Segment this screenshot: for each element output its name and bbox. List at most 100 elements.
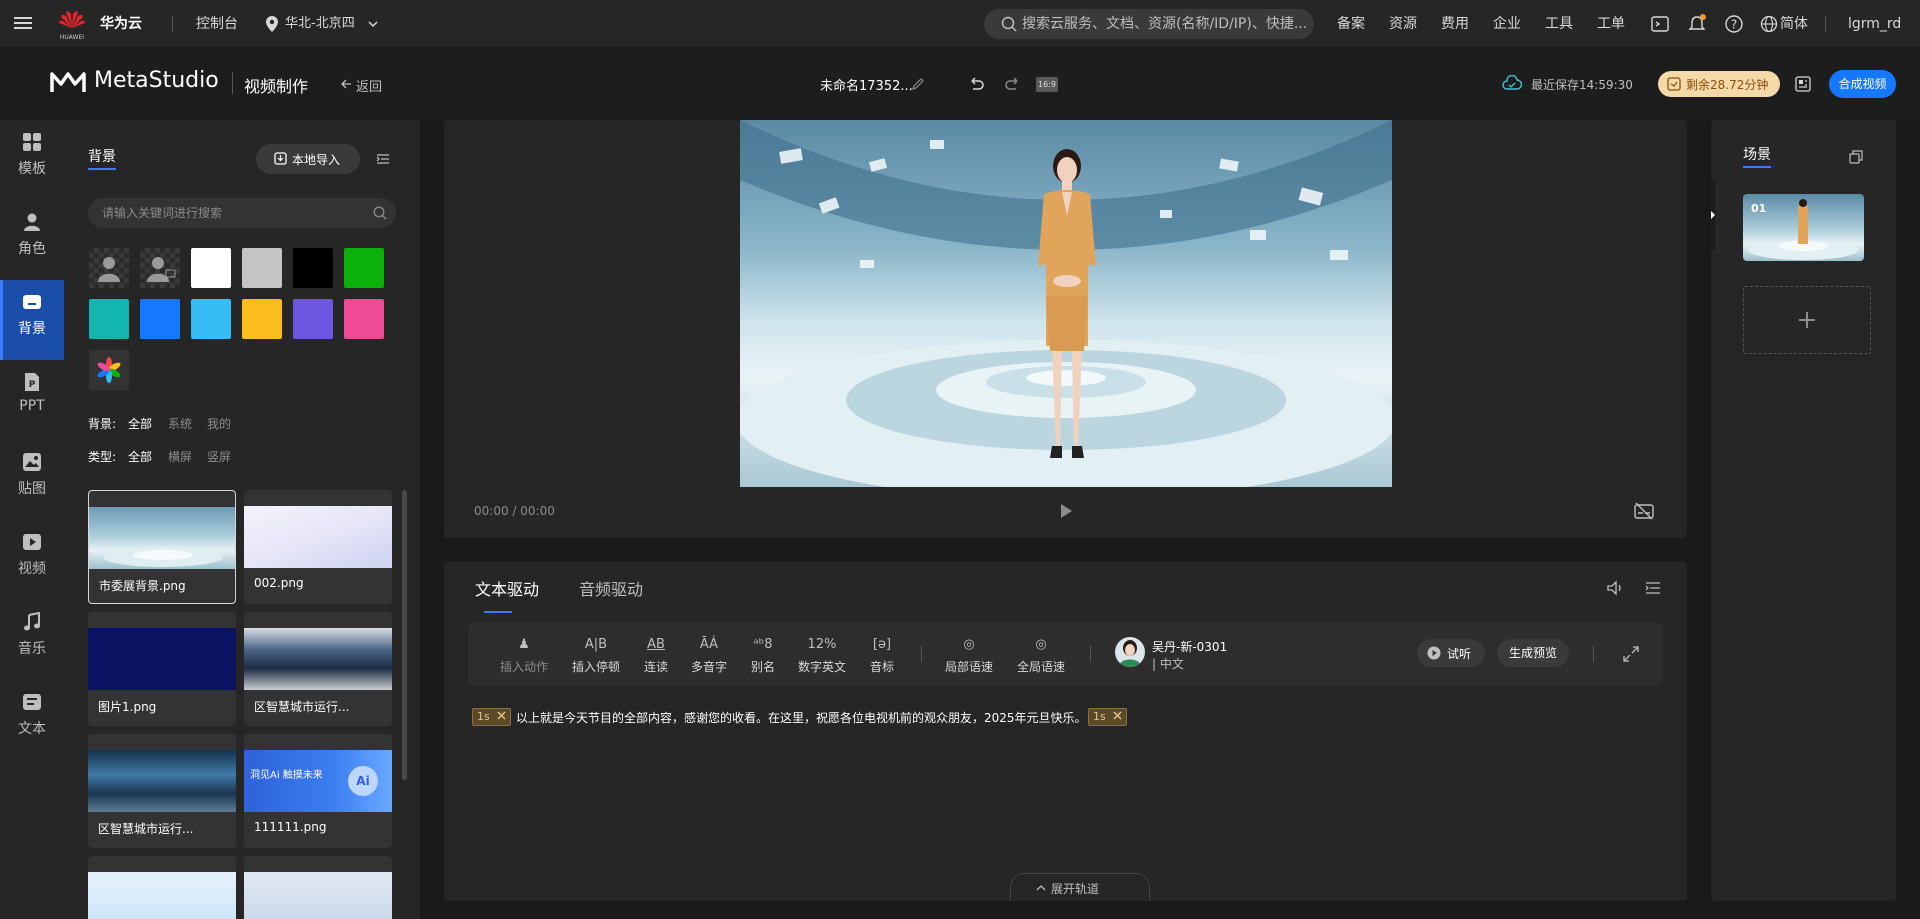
rail-background[interactable]: 背景: [0, 280, 64, 360]
close-icon[interactable]: [497, 709, 506, 725]
nav-resources[interactable]: 资源: [1389, 0, 1417, 48]
tab-audio-driven[interactable]: 音频驱动: [579, 576, 643, 600]
edit-icon[interactable]: [911, 77, 925, 95]
menu-icon[interactable]: [14, 14, 32, 32]
background-search-input[interactable]: 请输入关键词进行搜索: [88, 198, 396, 228]
aspect-ratio-badge[interactable]: 16:9: [1036, 77, 1058, 92]
phonetic-tool[interactable]: [ə] 音标: [870, 636, 894, 675]
background-thumb[interactable]: 区智慧城市运行...: [244, 612, 392, 726]
scene-thumb[interactable]: 01: [1743, 194, 1864, 261]
filter-type-all[interactable]: 全部: [128, 448, 152, 465]
tab-scenes[interactable]: 场景: [1743, 144, 1771, 164]
document-title[interactable]: 未命名17352...: [820, 75, 913, 94]
scene-collapse-handle[interactable]: [1711, 180, 1715, 250]
digital-human-avatar[interactable]: [1022, 146, 1112, 481]
voice-name[interactable]: 吴丹-新-0301: [1152, 638, 1227, 655]
settings-list-icon[interactable]: [1645, 581, 1661, 599]
color-swatch[interactable]: [140, 299, 180, 339]
console-link[interactable]: 控制台: [196, 0, 238, 48]
close-icon[interactable]: [1113, 709, 1122, 725]
back-button[interactable]: 返回: [356, 76, 382, 95]
collapse-panel-icon[interactable]: [376, 152, 390, 170]
redo-icon[interactable]: [1004, 74, 1022, 96]
listen-button[interactable]: 试听: [1417, 639, 1485, 667]
background-thumb[interactable]: 市委展背景.png: [88, 490, 236, 604]
help-icon[interactable]: ?: [1724, 14, 1744, 38]
rail-text[interactable]: 文本: [0, 680, 64, 760]
brand-name[interactable]: 华为云: [100, 0, 142, 48]
rail-sticker[interactable]: 贴图: [0, 440, 64, 520]
local-speed-tool[interactable]: ◎ 局部语速: [945, 636, 993, 675]
background-thumb[interactable]: 002.png: [244, 490, 392, 604]
color-swatch[interactable]: [293, 248, 333, 288]
compose-video-button[interactable]: 合成视频: [1829, 70, 1896, 98]
nav-billing[interactable]: 费用: [1441, 0, 1469, 48]
filter-type-landscape[interactable]: 横屏: [168, 448, 192, 465]
scrollbar[interactable]: [402, 490, 407, 780]
metastudio-logo-icon[interactable]: [50, 70, 86, 98]
expand-track-button[interactable]: 展开轨道: [1010, 873, 1150, 901]
rail-template[interactable]: 模板: [0, 120, 64, 200]
background-thumb[interactable]: 区智慧城市运行...: [88, 734, 236, 848]
background-thumb[interactable]: [244, 856, 392, 919]
global-speed-tool[interactable]: ◎ 全局语速: [1017, 636, 1065, 675]
custom-color-swatch[interactable]: [89, 350, 129, 390]
filter-type-portrait[interactable]: 竖屏: [207, 448, 231, 465]
color-swatch[interactable]: [344, 299, 384, 339]
chevron-down-icon[interactable]: [367, 18, 379, 34]
transparent-person-swatch[interactable]: [89, 248, 129, 288]
polyphone-tool[interactable]: ĀÁ 多音字: [691, 636, 727, 675]
filter-bg-all[interactable]: 全部: [128, 415, 152, 432]
play-icon[interactable]: [1059, 503, 1073, 523]
rail-music[interactable]: 音乐: [0, 600, 64, 680]
preview-canvas[interactable]: [740, 120, 1392, 487]
color-swatch[interactable]: [344, 248, 384, 288]
rail-video[interactable]: 视频: [0, 520, 64, 600]
layout-toggle-icon[interactable]: [1795, 76, 1811, 96]
volume-icon[interactable]: [1606, 580, 1624, 600]
color-swatch[interactable]: [191, 248, 231, 288]
nav-tickets[interactable]: 工单: [1597, 0, 1625, 48]
nav-enterprise[interactable]: 企业: [1493, 0, 1521, 48]
language-selector[interactable]: 简体: [1780, 0, 1808, 48]
number-english-tool[interactable]: 12% 数字英文: [798, 636, 846, 675]
tab-text-driven[interactable]: 文本驱动: [475, 576, 539, 600]
generate-preview-button[interactable]: 生成预览: [1497, 639, 1569, 667]
nav-tools[interactable]: 工具: [1545, 0, 1573, 48]
rail-role[interactable]: 角色: [0, 200, 64, 280]
region-selector[interactable]: 华北-北京四: [285, 0, 355, 48]
bell-icon[interactable]: [1687, 14, 1707, 38]
blur-person-swatch[interactable]: [140, 248, 180, 288]
huawei-logo-icon[interactable]: HUAWEI: [58, 8, 86, 41]
terminal-icon[interactable]: [1651, 15, 1669, 37]
color-swatch[interactable]: [293, 299, 333, 339]
color-swatch[interactable]: [242, 248, 282, 288]
undo-icon[interactable]: [967, 74, 985, 96]
liaison-tool[interactable]: AB 连读: [644, 636, 668, 675]
pause-tag[interactable]: 1s: [472, 708, 512, 726]
rail-ppt[interactable]: P PPT: [0, 360, 64, 440]
background-thumb[interactable]: 洞见Ai 触摸未来 Ai 111111.png: [244, 734, 392, 848]
global-search-input[interactable]: 搜索云服务、文档、资源(名称/ID/IP)、快捷...: [984, 9, 1314, 39]
tab-background[interactable]: 背景: [88, 146, 116, 166]
background-thumb[interactable]: 图片1.png: [88, 612, 236, 726]
local-import-button[interactable]: 本地导入: [256, 144, 360, 174]
insert-action-tool[interactable]: ♟ 插入动作: [500, 636, 548, 675]
globe-icon[interactable]: [1760, 15, 1778, 37]
voice-avatar[interactable]: [1115, 637, 1145, 667]
background-thumb[interactable]: [88, 856, 236, 919]
alias-tool[interactable]: ᵃᵇ8 别名: [751, 636, 775, 675]
user-menu[interactable]: lgrm_rd: [1848, 0, 1901, 48]
color-swatch[interactable]: [242, 299, 282, 339]
expand-icon[interactable]: [1623, 646, 1639, 666]
nav-filing[interactable]: 备案: [1337, 0, 1365, 48]
search-icon[interactable]: [373, 206, 387, 224]
color-swatch[interactable]: [191, 299, 231, 339]
filter-bg-system[interactable]: 系统: [168, 415, 192, 432]
remaining-minutes-badge[interactable]: 剩余28.72分钟: [1658, 71, 1780, 97]
add-scene-button[interactable]: [1743, 286, 1871, 354]
script-text[interactable]: 以上就是今天节目的全部内容，感谢您的收看。在这里，祝愿各位电视机前的观众朋友，2…: [516, 709, 1087, 726]
copy-scene-icon[interactable]: [1849, 150, 1863, 168]
arrow-left-icon[interactable]: [340, 78, 352, 94]
insert-pause-tool[interactable]: A|B 插入停顿: [572, 636, 620, 675]
